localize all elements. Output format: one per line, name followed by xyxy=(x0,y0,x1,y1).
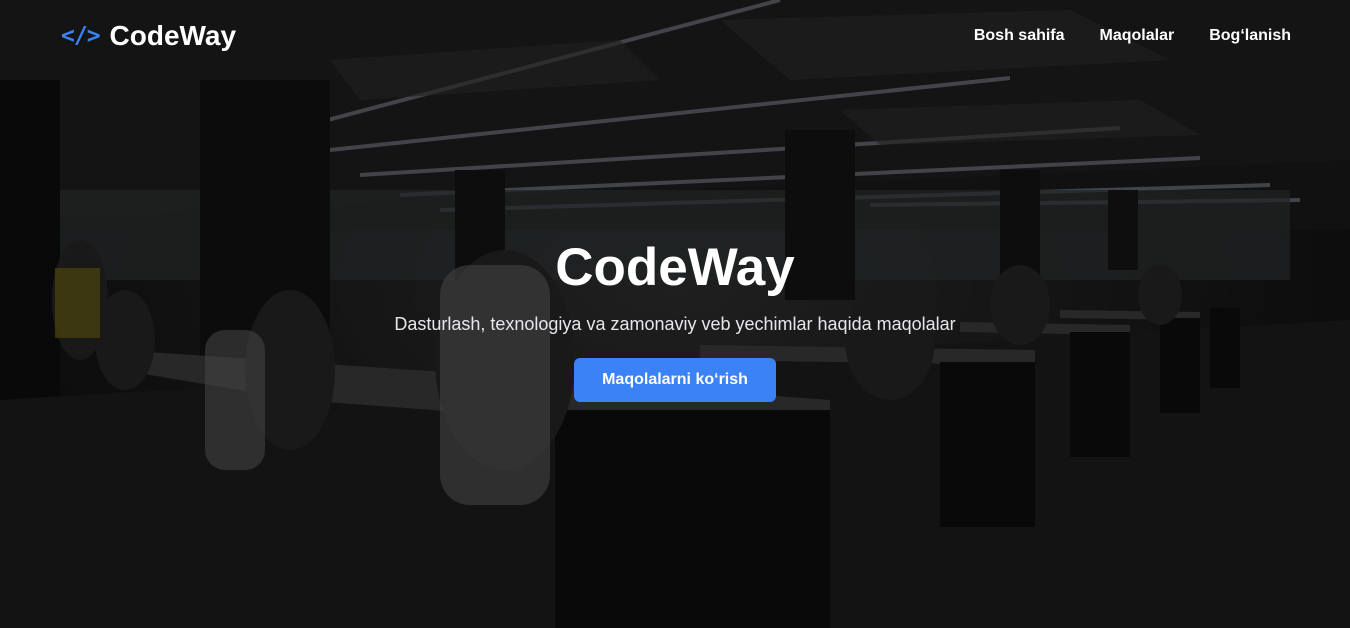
nav-link-articles[interactable]: Maqolalar xyxy=(1100,27,1175,45)
hero-subtitle: Dasturlash, texnologiya va zamonaviy veb… xyxy=(394,314,956,334)
navbar: </> CodeWay Bosh sahifa Maqolalar Bog‘la… xyxy=(0,0,1350,72)
main-nav: Bosh sahifa Maqolalar Bog‘lanish xyxy=(974,27,1291,45)
view-articles-button[interactable]: Maqolalarni ko‘rish xyxy=(574,358,776,402)
nav-link-home[interactable]: Bosh sahifa xyxy=(974,27,1065,45)
hero-title: CodeWay xyxy=(555,238,795,297)
brand-name: CodeWay xyxy=(109,20,237,51)
hero-content: CodeWay Dasturlash, texnologiya va zamon… xyxy=(0,236,1350,402)
nav-link-contact[interactable]: Bog‘lanish xyxy=(1209,27,1291,45)
code-icon: </> xyxy=(61,23,101,49)
hero-section: </> CodeWay Bosh sahifa Maqolalar Bog‘la… xyxy=(0,0,1350,628)
brand-logo[interactable]: </> CodeWay xyxy=(61,20,236,52)
